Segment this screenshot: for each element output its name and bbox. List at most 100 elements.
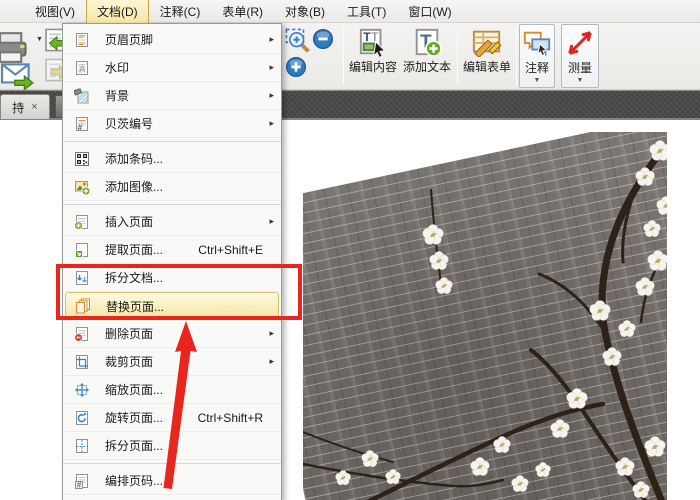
marquee-zoom-button[interactable] xyxy=(284,27,310,53)
submenu-arrow-icon: ▸ xyxy=(269,90,274,100)
menubar-item-1[interactable]: 视图(V) xyxy=(24,0,86,24)
menu-item-barcode[interactable]: 添加条码... xyxy=(63,145,281,173)
document-dropdown-menu: 页眉页脚 ▸ A 水印 ▸ 背景 ▸ # 贝茨编号 ▸ 添加条码... 添加图像... 插入页面 ▸ 提取页… xyxy=(62,23,282,500)
pdf-editor-window: { "colors":{"annotation_red":"#e8261d","… xyxy=(0,0,700,500)
printer-dropdown-arrow-icon[interactable]: ▼ xyxy=(36,36,43,43)
marquee-zoom-icon xyxy=(285,28,310,53)
toolbar-button-label: 测量 xyxy=(567,61,592,75)
barcode-icon xyxy=(75,151,89,166)
menu-item-label: 裁剪页面 xyxy=(105,355,154,369)
menu-item-background[interactable]: 背景 ▸ xyxy=(63,82,281,110)
chevron-down-icon: ▼ xyxy=(533,77,541,84)
delete-pages-icon xyxy=(74,326,88,342)
measure-icon xyxy=(568,31,592,55)
chevron-down-icon: ▼ xyxy=(576,77,584,84)
comment-icon xyxy=(523,31,551,57)
menu-group-separator xyxy=(63,201,281,205)
bates-number-icon: # xyxy=(76,116,88,132)
header-footer-icon xyxy=(76,32,88,47)
toolbar-separator xyxy=(457,27,458,85)
blossom-branches-art xyxy=(303,140,667,500)
svg-text:#: # xyxy=(78,122,83,132)
scale-pages-icon xyxy=(75,382,89,397)
menubar-item-7[interactable]: 窗口(W) xyxy=(397,0,462,24)
document-tab-label: 持 xyxy=(12,100,25,115)
menubar-item-4[interactable]: 表单(R) xyxy=(211,0,274,24)
menu-item-header-footer[interactable]: 页眉页脚 ▸ xyxy=(63,26,281,54)
toolbar-separator xyxy=(343,27,344,85)
toolbar-button-label: 注释 xyxy=(524,61,549,75)
menubar-item-2[interactable]: 文档(D) xyxy=(86,0,149,24)
zoom-in-button[interactable] xyxy=(285,56,307,78)
add-text-button[interactable]: T 添加文本 xyxy=(400,24,454,88)
replace-pages-icon xyxy=(76,298,90,314)
menu-item-label: 缩放页面... xyxy=(105,383,164,397)
menu-group-separator xyxy=(63,460,281,464)
menu-item-label: 插入页面 xyxy=(105,215,154,229)
menu-item-crop-pages[interactable]: 裁剪页面 ▸ xyxy=(63,348,281,376)
menu-item-bates-number[interactable]: # 贝茨编号 ▸ xyxy=(63,110,281,138)
menu-item-label: 提取页面... xyxy=(105,243,164,257)
extract-pages-icon xyxy=(75,242,88,258)
menubar-item-3[interactable]: 注释(C) xyxy=(149,0,212,24)
menubar-item-6[interactable]: 工具(T) xyxy=(336,0,397,24)
background-icon xyxy=(73,87,89,103)
number-pages-icon: # xyxy=(75,473,88,489)
menu-item-split-doc[interactable]: 拆分文档... xyxy=(63,264,281,292)
menu-item-label: 删除页面 xyxy=(105,327,154,341)
edit-form-icon xyxy=(472,30,502,57)
printer-button[interactable] xyxy=(0,30,34,63)
menubar: 视图(V) 文档(D) 注释(C) 表单(R) 对象(B) 工具(T) 窗口(W) xyxy=(0,0,700,24)
menu-item-dots: ··· · ··· xyxy=(221,301,256,311)
menu-item-label: 贝茨编号 xyxy=(105,117,154,131)
svg-text:T: T xyxy=(363,30,371,44)
split-doc-icon xyxy=(76,270,88,285)
rotate-pages-icon xyxy=(76,410,88,425)
toolbar-separator xyxy=(516,27,517,85)
toolbar-button-label: 添加文本 xyxy=(402,60,451,74)
menu-item-extract-pages[interactable]: 提取页面... Ctrl+Shift+E xyxy=(63,236,281,264)
menu-item-delete-pages[interactable]: 删除页面 ▸ xyxy=(63,320,281,348)
comment-button[interactable]: 注释 ▼ xyxy=(519,24,555,88)
document-tab[interactable]: 持 × xyxy=(0,94,50,119)
menu-item-label: 页眉页脚 xyxy=(105,33,154,47)
menu-item-label: 背景 xyxy=(105,89,130,103)
email-icon xyxy=(1,63,34,91)
menu-item-label: 旋转页面... xyxy=(105,411,164,425)
submenu-arrow-icon: ▸ xyxy=(269,328,274,338)
zoom-out-button[interactable] xyxy=(312,28,334,50)
submenu-arrow-icon: ▸ xyxy=(269,34,274,44)
svg-text:T: T xyxy=(371,30,379,44)
tab-close-icon[interactable]: × xyxy=(31,101,37,113)
edit-form-button[interactable]: 编辑表单 xyxy=(460,24,514,88)
email-button[interactable] xyxy=(1,58,35,91)
menu-item-rotate-pages[interactable]: 旋转页面... Ctrl+Shift+R xyxy=(63,404,281,432)
svg-text:#: # xyxy=(77,480,82,489)
crop-pages-icon xyxy=(76,354,88,369)
menu-item-watermark[interactable]: A 水印 ▸ xyxy=(63,54,281,82)
menu-item-label: 拆分页面... xyxy=(105,439,164,453)
toolbar-button-label: 编辑内容 xyxy=(348,60,397,74)
menu-item-split-pages[interactable]: 拆分页面... xyxy=(63,432,281,460)
svg-text:A: A xyxy=(79,64,86,75)
measure-button[interactable]: 测量 ▼ xyxy=(561,24,599,88)
menu-item-number-pages[interactable]: # 编排页码... xyxy=(63,467,281,495)
submenu-arrow-icon: ▸ xyxy=(269,356,274,366)
submenu-arrow-icon: ▸ xyxy=(269,216,274,226)
menu-item-shortcut: Ctrl+Shift+R xyxy=(197,410,263,425)
submenu-arrow-icon: ▸ xyxy=(269,118,274,128)
menu-item-label: 添加条码... xyxy=(105,152,164,166)
menu-item-scale-pages[interactable]: 缩放页面... xyxy=(63,376,281,404)
edit-content-button[interactable]: T T 编辑内容 xyxy=(346,24,400,88)
menu-group-separator xyxy=(63,138,281,142)
plum-blossom-photo xyxy=(303,132,667,500)
menu-item-replace-pages[interactable]: 替换页面... ··· · ··· xyxy=(65,292,279,320)
menu-item-label: 拆分文档... xyxy=(105,271,164,285)
add-text-icon: T xyxy=(415,28,442,57)
toolbar-button-label: 编辑表单 xyxy=(462,60,511,74)
menu-item-label: 替换页面... xyxy=(106,299,165,314)
zoom-out-icon xyxy=(312,28,334,50)
menu-item-add-image[interactable]: 添加图像... xyxy=(63,173,281,201)
menu-item-insert-pages[interactable]: 插入页面 ▸ xyxy=(63,208,281,236)
menubar-item-5[interactable]: 对象(B) xyxy=(274,0,336,24)
